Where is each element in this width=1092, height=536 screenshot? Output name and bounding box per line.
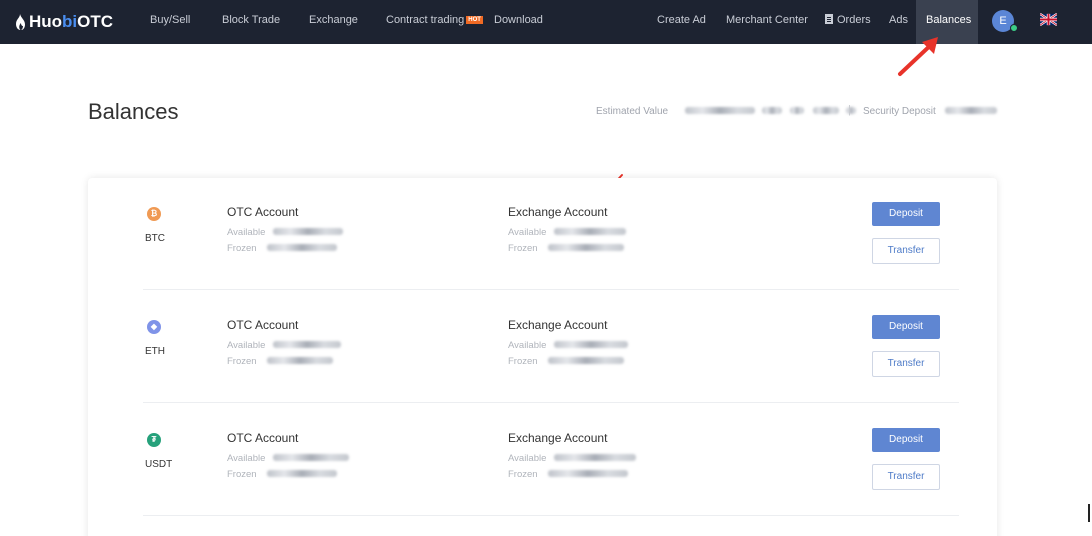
estimated-value-label: Estimated Value	[596, 106, 669, 117]
available-label: Available	[227, 453, 266, 464]
nav-block-trade[interactable]: Block Trade	[222, 14, 280, 26]
frozen-balance: Frozen	[508, 243, 728, 259]
available-balance: Available	[227, 227, 447, 243]
balances-card: ₿ BTC OTC Account Available Frozen Excha…	[88, 178, 997, 536]
exchange-account-title: Exchange Account	[508, 318, 608, 332]
annotation-arrow-icon	[898, 37, 938, 76]
blurred-value	[554, 228, 627, 235]
frozen-label: Frozen	[508, 356, 538, 367]
available-balance: Available	[227, 340, 447, 356]
frozen-label: Frozen	[227, 356, 257, 367]
otc-account-title: OTC Account	[227, 318, 299, 332]
blurred-value	[547, 470, 628, 477]
blurred-value	[790, 107, 805, 114]
header-separator: |	[848, 104, 851, 116]
nav-orders[interactable]: Orders	[825, 14, 871, 26]
otc-account-title: OTC Account	[227, 431, 299, 445]
huobi-otc-logo[interactable]: Huo bi OTC	[14, 12, 113, 32]
estimated-value: Estimated Value	[596, 106, 856, 117]
uk-flag-icon[interactable]	[1040, 13, 1057, 26]
nav-contract-trading[interactable]: Contract trading HOT	[386, 14, 483, 26]
usdt-icon: ₮	[147, 433, 161, 447]
otc-account-title: OTC Account	[227, 205, 299, 219]
blurred-value	[547, 357, 624, 364]
frozen-label: Frozen	[227, 243, 257, 254]
frozen-label: Frozen	[508, 469, 538, 480]
available-balance: Available	[508, 453, 728, 469]
blurred-value	[684, 107, 755, 114]
nav-balances-label: Balances	[926, 14, 972, 26]
blurred-value	[761, 107, 782, 114]
nav-ads[interactable]: Ads	[889, 14, 908, 26]
exchange-account-title: Exchange Account	[508, 205, 608, 219]
available-balance: Available	[227, 453, 447, 469]
deposit-button[interactable]: Deposit	[872, 202, 940, 226]
nav-merchant-center[interactable]: Merchant Center	[726, 14, 808, 26]
available-label: Available	[508, 340, 547, 351]
contract-trading-label: Contract trading	[386, 14, 465, 26]
account-row-btc: ₿ BTC OTC Account Available Frozen Excha…	[143, 178, 959, 290]
orders-label: Orders	[837, 14, 871, 26]
blurred-value	[944, 107, 997, 114]
blurred-value	[273, 341, 342, 348]
nav-buy-sell[interactable]: Buy/Sell	[150, 14, 190, 26]
window-edge-marker	[1088, 504, 1090, 522]
hot-badge: HOT	[466, 16, 483, 24]
blurred-value	[273, 454, 350, 461]
exchange-account: Exchange Account Available Frozen	[508, 318, 728, 372]
available-label: Available	[227, 340, 266, 351]
blurred-value	[266, 244, 337, 251]
frozen-label: Frozen	[508, 243, 538, 254]
deposit-button[interactable]: Deposit	[872, 428, 940, 452]
available-label: Available	[508, 453, 547, 464]
available-balance: Available	[508, 340, 728, 356]
blurred-value	[547, 244, 624, 251]
frozen-balance: Frozen	[227, 469, 447, 485]
nav-download[interactable]: Download	[494, 14, 543, 26]
available-label: Available	[227, 227, 266, 238]
frozen-balance: Frozen	[227, 243, 447, 259]
nav-exchange[interactable]: Exchange	[309, 14, 358, 26]
transfer-button[interactable]: Transfer	[872, 464, 940, 490]
otc-account: OTC Account Available Frozen	[227, 205, 447, 259]
account-row-usdt: ₮ USDT OTC Account Available Frozen Exch…	[143, 404, 959, 516]
nav-create-ad[interactable]: Create Ad	[657, 14, 706, 26]
frozen-label: Frozen	[227, 469, 257, 480]
blurred-value	[266, 357, 333, 364]
coin-name: ETH	[145, 346, 165, 357]
online-status-dot	[1010, 24, 1018, 32]
blurred-value	[813, 107, 840, 114]
flame-icon	[16, 14, 25, 30]
blurred-value	[554, 454, 637, 461]
coin-name: USDT	[145, 459, 173, 470]
transfer-button[interactable]: Transfer	[872, 238, 940, 264]
exchange-account: Exchange Account Available Frozen	[508, 431, 728, 485]
frozen-balance: Frozen	[227, 356, 447, 372]
page-title: Balances	[88, 99, 179, 124]
security-deposit: Security Deposit	[863, 106, 997, 117]
otc-account: OTC Account Available Frozen	[227, 318, 447, 372]
frozen-balance: Frozen	[508, 469, 728, 485]
account-row-eth: ◆ ETH OTC Account Available Frozen Excha…	[143, 291, 959, 403]
otc-account: OTC Account Available Frozen	[227, 431, 447, 485]
blurred-value	[273, 228, 344, 235]
exchange-account-title: Exchange Account	[508, 431, 608, 445]
security-deposit-label: Security Deposit	[863, 106, 936, 117]
blurred-value	[266, 470, 337, 477]
exchange-account: Exchange Account Available Frozen	[508, 205, 728, 259]
available-balance: Available	[508, 227, 728, 243]
blurred-value	[554, 341, 629, 348]
btc-icon: ₿	[147, 207, 161, 221]
available-label: Available	[508, 227, 547, 238]
orders-icon	[825, 14, 833, 24]
transfer-button[interactable]: Transfer	[872, 351, 940, 377]
eth-icon: ◆	[147, 320, 161, 334]
deposit-button[interactable]: Deposit	[872, 315, 940, 339]
coin-name: BTC	[145, 233, 165, 244]
frozen-balance: Frozen	[508, 356, 728, 372]
